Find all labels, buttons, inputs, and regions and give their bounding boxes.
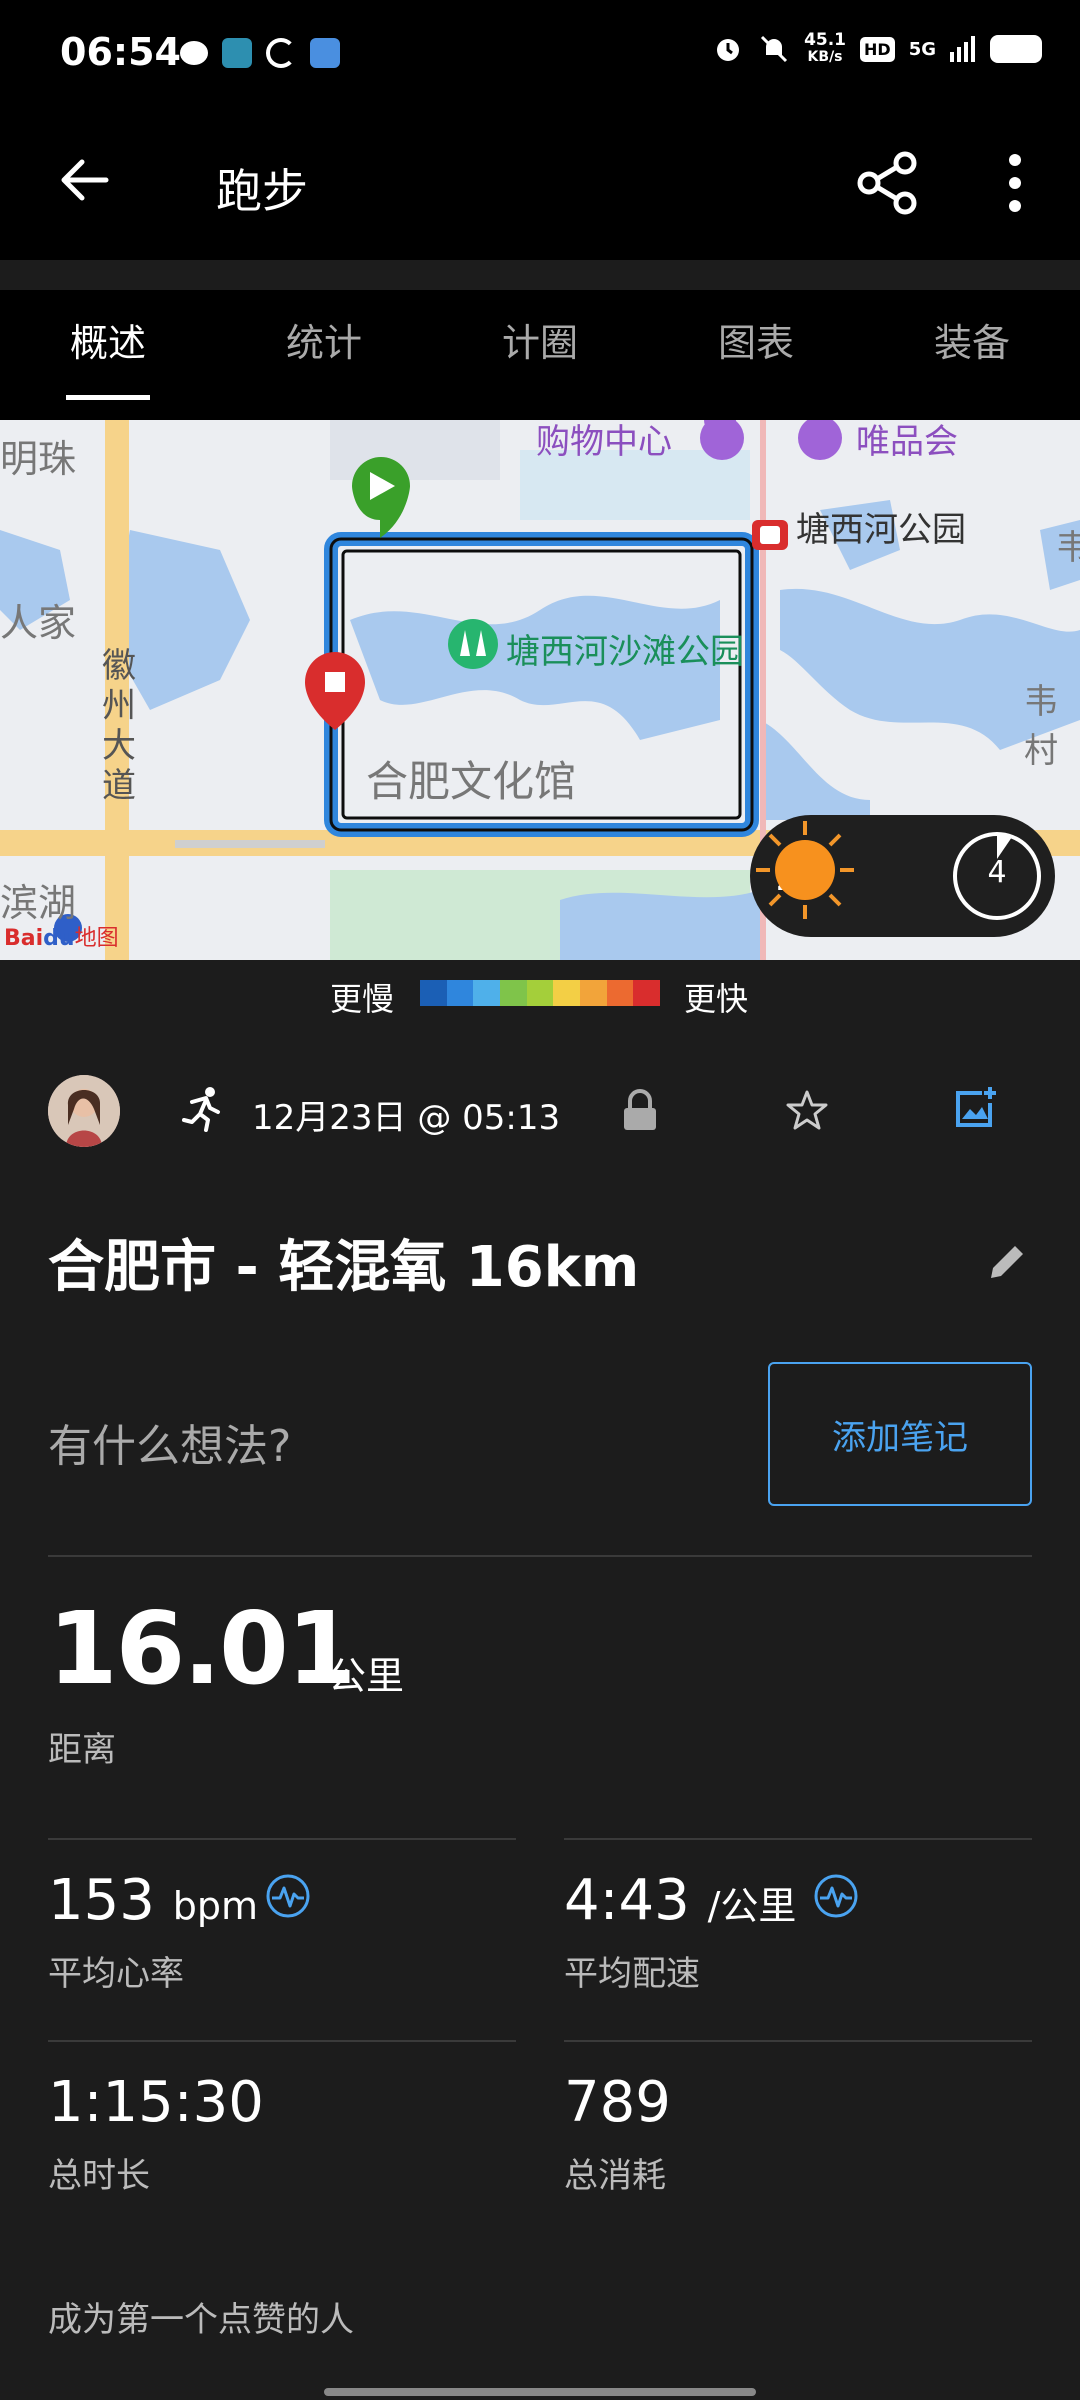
map-label-beach-park: 塘西河沙滩公园	[506, 632, 744, 672]
map-label-family: 人家	[0, 601, 77, 645]
map-label-mall: 购物中心	[536, 422, 672, 462]
distance-unit: 公里	[328, 1654, 405, 1698]
app2-icon	[310, 38, 340, 68]
pace-legend: 更慢 更快	[0, 960, 1080, 1030]
tab-charts[interactable]: 图表	[714, 290, 798, 410]
map-label-road: 徽州大道	[102, 646, 136, 806]
distance-value: 16.01	[48, 1590, 356, 1707]
pace-swatch	[553, 980, 581, 1006]
back-arrow-icon[interactable]	[54, 150, 114, 210]
route-map[interactable]: 购物中心 唯品会 塘西河公园 塘西河沙滩公园 合肥文化馆 明珠 人家 徽州大道 …	[0, 420, 1080, 960]
pace-value-group: 4:43 /公里	[564, 1868, 796, 1933]
activity-date: 12月23日 @ 05:13	[252, 1098, 561, 1138]
map-label-wei: 韦	[1056, 528, 1080, 568]
note-prompt[interactable]: 有什么想法?	[48, 1410, 291, 1474]
pace-swatch	[633, 980, 661, 1006]
map-label-culture-hall: 合肥文化馆	[366, 757, 577, 806]
tab-gear[interactable]: 装备	[930, 290, 1014, 410]
status-right: 45.1 KB/s HD 5G	[712, 32, 1042, 66]
heart-rate-chart-icon[interactable]	[264, 1872, 312, 1920]
pace-color-bar	[420, 980, 661, 1006]
pace-label: 平均配速	[564, 1954, 700, 1994]
map-label-weicun: 韦村	[1024, 682, 1058, 771]
legend-slow-label: 更慢	[330, 980, 395, 1018]
duration-value: 1:15:30	[48, 2070, 264, 2135]
share-icon[interactable]	[855, 150, 921, 216]
status-bar: 06:54 45.1 KB/s HD 5G	[0, 0, 1080, 110]
map-label-pearl: 明珠	[0, 437, 77, 481]
add-photo-icon[interactable]	[952, 1085, 998, 1131]
lock-icon[interactable]	[620, 1088, 660, 1132]
pace-swatch	[446, 980, 474, 1006]
pace-swatch	[606, 980, 634, 1006]
divider	[564, 2040, 1032, 2042]
tabs-divider	[0, 410, 1080, 420]
mute-icon	[761, 35, 788, 63]
duration-label: 总时长	[48, 2156, 150, 2196]
divider	[48, 1838, 516, 1840]
status-time: 06:54	[60, 30, 181, 74]
calories-value: 789	[564, 2070, 671, 2135]
pace-swatch	[473, 980, 501, 1006]
divider	[564, 1838, 1032, 1840]
pace-swatch	[420, 980, 447, 1006]
home-indicator[interactable]	[324, 2388, 756, 2396]
edit-pencil-icon[interactable]	[985, 1240, 1029, 1284]
hd-badge: HD	[860, 36, 895, 62]
tab-overview[interactable]: 概述	[66, 290, 150, 410]
divider	[48, 1555, 1032, 1557]
wechat-icon	[180, 41, 208, 65]
legend-fast-label: 更快	[684, 980, 749, 1018]
pace-value: 4:43	[564, 1868, 690, 1933]
sun-icon	[756, 821, 854, 919]
kudos-prompt[interactable]: 成为第一个点赞的人	[48, 2292, 354, 2341]
divider	[48, 2040, 516, 2042]
heart-rate-value-group: 153 bpm	[48, 1868, 258, 1933]
tab-label: 计圈	[501, 321, 578, 365]
map-label-park-station: 塘西河公园	[796, 510, 966, 550]
weather-badge: 2° 4	[750, 815, 1055, 937]
star-icon[interactable]	[785, 1088, 829, 1132]
wind-level: 4	[987, 855, 1007, 890]
map-label-vip: 唯品会	[856, 422, 958, 462]
tab-label: 装备	[933, 321, 1010, 365]
tab-bar: 概述 统计 计圈 图表 装备	[0, 290, 1080, 410]
tab-label: 概述	[69, 321, 146, 365]
wind-level-icon: 4	[950, 829, 1044, 923]
tab-laps[interactable]: 计圈	[498, 290, 582, 410]
notification-icons	[180, 38, 340, 68]
signal-icon	[950, 36, 975, 62]
activity-title: 合肥市 - 轻混氧 16km	[48, 1235, 640, 1300]
baidu-logo: Baidu地图	[4, 926, 119, 951]
tab-stats[interactable]: 统计	[282, 290, 366, 410]
pace-chart-icon[interactable]	[812, 1872, 860, 1920]
add-note-button[interactable]: 添加笔记	[768, 1362, 1032, 1506]
tab-label: 统计	[285, 321, 362, 365]
heart-rate-value: 153	[48, 1868, 155, 1933]
avatar[interactable]	[48, 1075, 120, 1147]
more-vert-icon[interactable]	[995, 150, 1035, 216]
heart-rate-label: 平均心率	[48, 1954, 184, 1994]
calories-label: 总消耗	[564, 2156, 666, 2196]
app-bar: 跑步	[0, 110, 1080, 260]
tab-label: 图表	[717, 321, 794, 365]
heart-rate-unit: bpm	[172, 1884, 258, 1928]
baidu-map-label: 地图	[74, 926, 119, 951]
net-speed-value: 45.1	[804, 30, 847, 50]
pace-swatch	[500, 980, 527, 1006]
alarm-icon	[717, 39, 740, 61]
page-title: 跑步	[216, 164, 308, 218]
network-type: 5G	[908, 38, 936, 60]
net-speed: 45.1 KB/s	[804, 32, 846, 66]
pace-unit: /公里	[707, 1884, 797, 1928]
pace-swatch	[580, 980, 607, 1006]
distance-label: 距离	[48, 1730, 116, 1770]
running-icon	[182, 1087, 220, 1132]
sync-icon	[266, 38, 296, 68]
map-label-lake: 滨湖	[0, 881, 77, 925]
battery-icon	[990, 35, 1042, 63]
pace-swatch	[526, 980, 554, 1006]
app-icon	[222, 38, 252, 68]
net-speed-unit: KB/s	[807, 49, 843, 65]
